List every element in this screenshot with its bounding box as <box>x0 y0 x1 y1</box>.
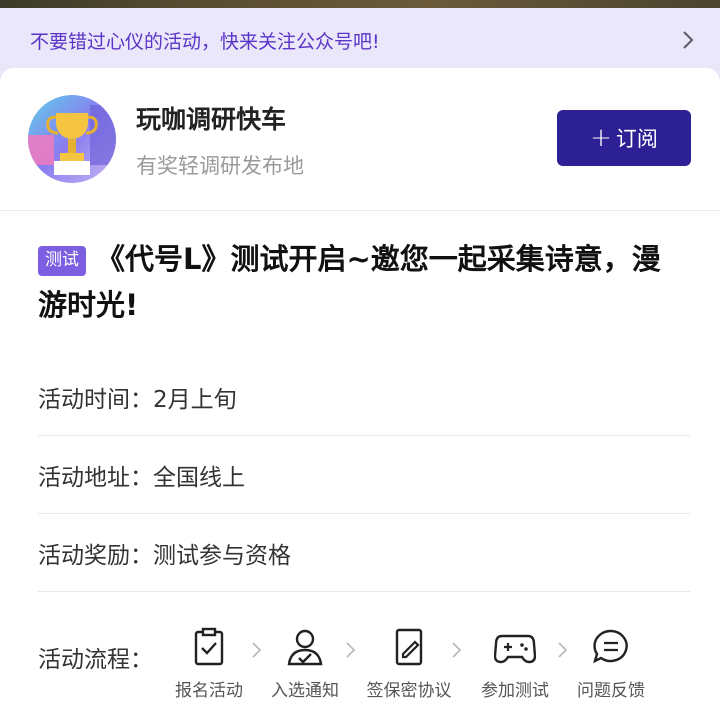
trophy-avatar-icon[interactable] <box>28 95 116 183</box>
process-step-signup: 报名活动 <box>164 620 254 701</box>
category-tag-badge: 测试 <box>38 246 86 276</box>
event-reward-value: 测试参与资格 <box>153 542 291 569</box>
event-location-row: 活动地址： 全国线上 <box>38 436 690 514</box>
plus-icon: + <box>590 123 612 153</box>
event-process-row: 活动流程： 报名活动 入选通知 签保密协议 参加测试 问题反馈 <box>38 620 690 720</box>
header-photo-strip <box>0 0 720 8</box>
step-label: 入选通知 <box>271 681 339 701</box>
event-time-label: 活动时间： <box>38 386 153 413</box>
chevron-right-icon <box>346 642 356 658</box>
chevron-right-icon[interactable] <box>678 30 698 50</box>
chevron-right-icon <box>452 642 462 658</box>
event-card: 玩咖调研快车 有奖轻调研发布地 + 订阅 测试 《代号L》测试开启~邀您一起采集诗… <box>0 68 720 720</box>
gamepad-icon <box>494 634 536 664</box>
process-step-test: 参加测试 <box>470 620 560 701</box>
chat-bubble-icon <box>593 629 628 664</box>
process-step-nda: 签保密协议 <box>364 620 454 701</box>
process-step-notice: 入选通知 <box>260 620 350 701</box>
account-description: 有奖轻调研发布地 <box>136 154 304 178</box>
event-time-row: 活动时间： 2月上旬 <box>38 358 690 436</box>
event-reward-row: 活动奖励： 测试参与资格 <box>38 514 690 592</box>
event-title-block: 测试 《代号L》测试开启~邀您一起采集诗意，漫游时光! <box>38 236 678 328</box>
step-label: 签保密协议 <box>366 681 452 701</box>
subscribe-button[interactable]: + 订阅 <box>557 110 691 166</box>
follow-notice-bar[interactable]: 不要错过心仪的活动，快来关注公众号吧! <box>0 8 720 72</box>
process-step-feedback: 问题反馈 <box>566 620 656 701</box>
event-reward-label: 活动奖励： <box>38 542 153 569</box>
step-label: 问题反馈 <box>577 681 645 701</box>
process-label: 活动流程： <box>38 647 153 673</box>
event-time-value: 2月上旬 <box>153 386 237 413</box>
user-check-icon <box>287 629 323 666</box>
step-label: 报名活动 <box>175 681 243 701</box>
event-location-label: 活动地址： <box>38 464 153 491</box>
step-label: 参加测试 <box>481 681 549 701</box>
account-row[interactable]: 玩咖调研快车 有奖轻调研发布地 + 订阅 <box>0 68 720 211</box>
event-title: 《代号L》测试开启~邀您一起采集诗意，漫游时光! <box>38 242 661 322</box>
account-name: 玩咖调研快车 <box>136 105 287 134</box>
event-location-value: 全国线上 <box>153 464 245 491</box>
clipboard-check-icon <box>194 627 224 666</box>
subscribe-label: 订阅 <box>615 127 658 151</box>
notice-text: 不要错过心仪的活动，快来关注公众号吧! <box>30 30 380 53</box>
document-sign-icon <box>395 628 423 666</box>
